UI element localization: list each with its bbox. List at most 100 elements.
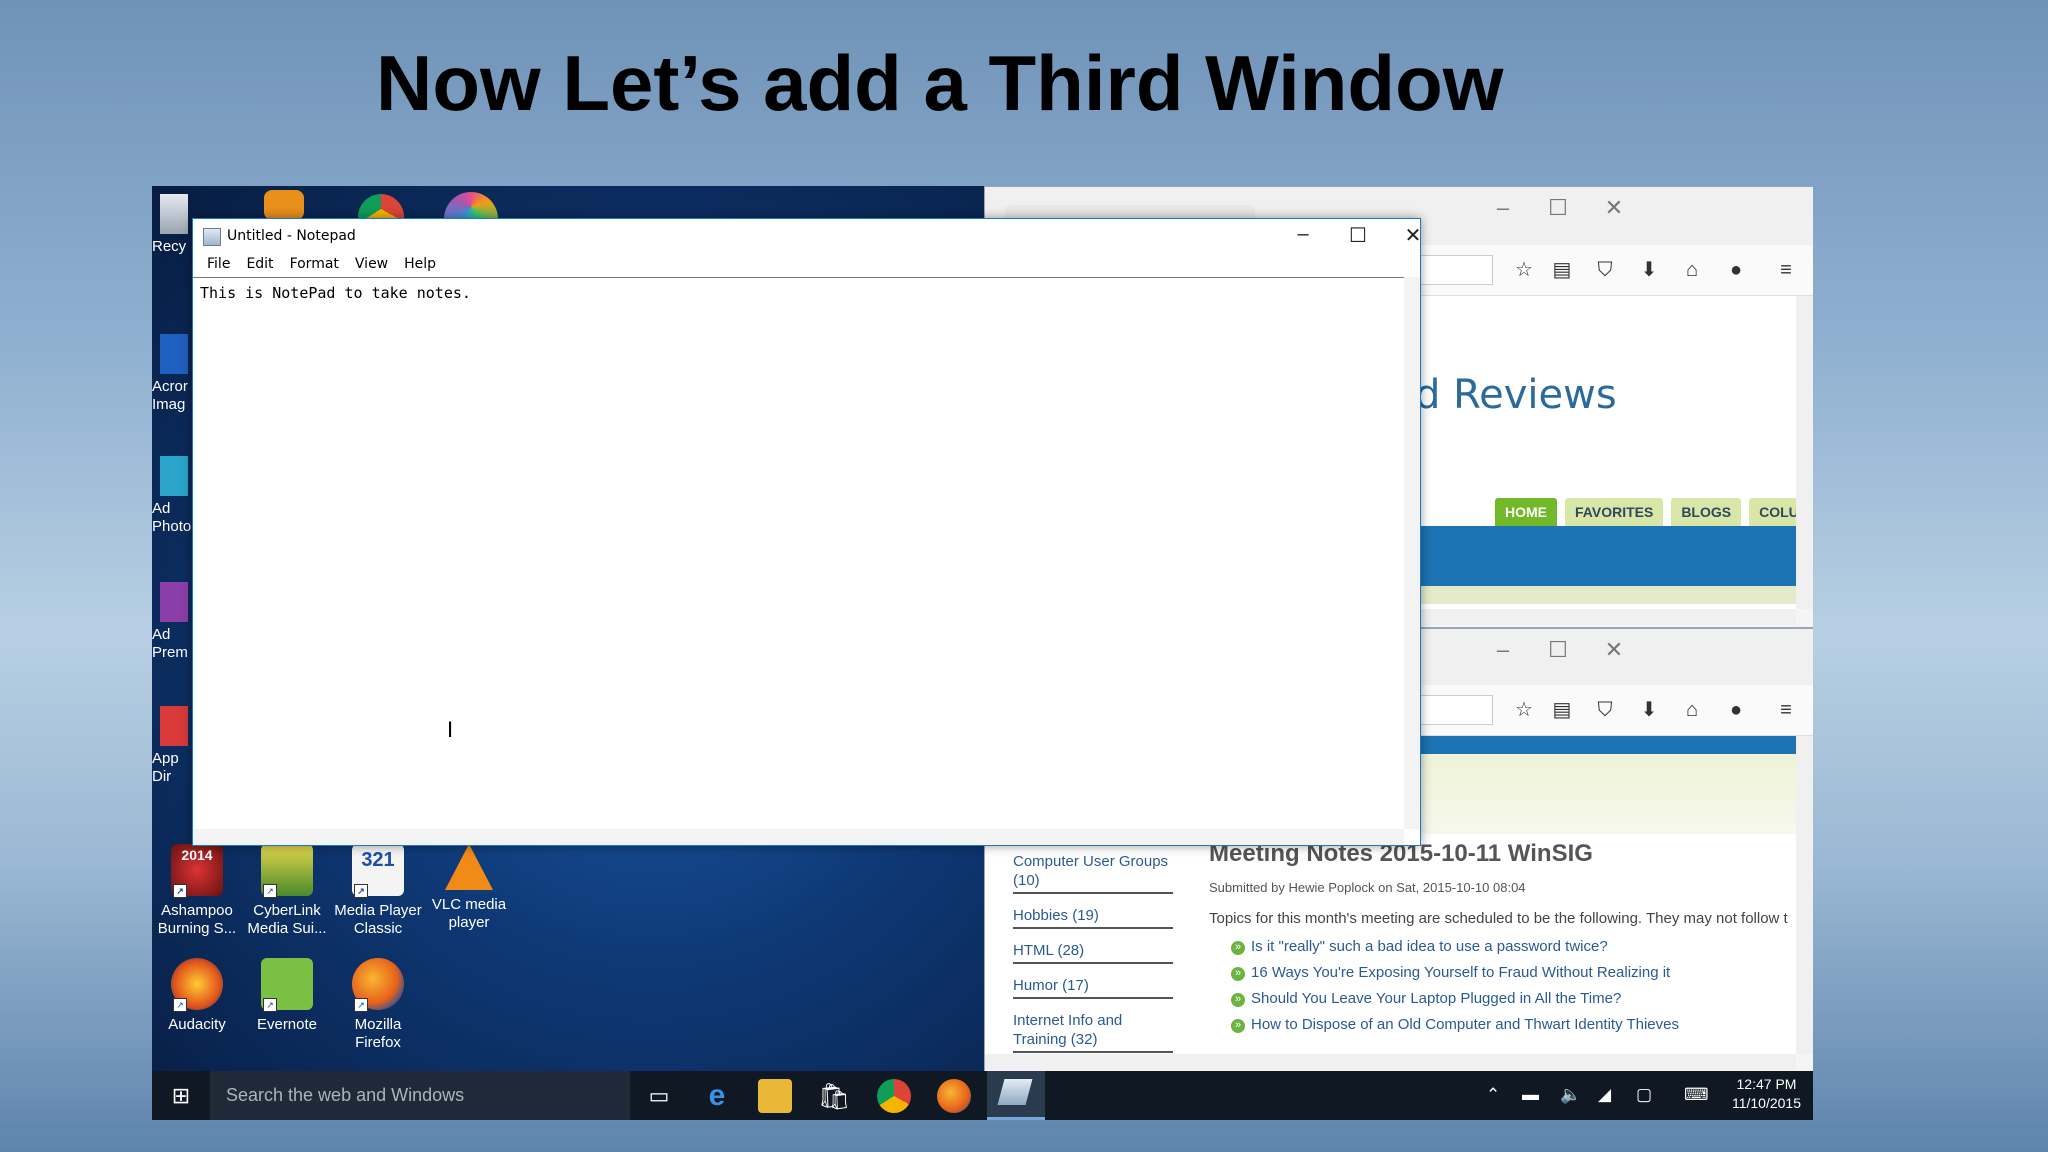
chat-icon[interactable]: ● [1723, 259, 1749, 281]
post-meta: Submitted by Hewie Poplock on Sat, 2015-… [1209, 880, 1526, 895]
store-icon[interactable]: 🛍 [817, 1079, 851, 1113]
desktop-icon-acronis[interactable]: Acror Imag [152, 334, 192, 414]
recycle-bin-icon [160, 194, 188, 234]
edge-icon[interactable]: e [700, 1079, 734, 1113]
desktop-icon-media-player-classic[interactable]: 321 ↗ Media Player Classic [333, 844, 423, 938]
shortcut-arrow-icon: ↗ [263, 884, 277, 898]
post-link[interactable]: How to Dispose of an Old Computer and Th… [1231, 1016, 1679, 1033]
clock[interactable]: 12:47 PM 11/10/2015 [1732, 1075, 1801, 1113]
desktop-screenshot: Recy Acror Imag Ad Photo Ad Prem App Dir… [152, 186, 1813, 1120]
menu-view[interactable]: View [347, 253, 396, 277]
notifications-icon[interactable]: ▢ [1636, 1085, 1652, 1105]
post-link[interactable]: 16 Ways You're Exposing Yourself to Frau… [1231, 964, 1679, 981]
clock-date: 11/10/2015 [1731, 1095, 1801, 1111]
desktop-icon-audacity[interactable]: ↗ Audacity [152, 958, 242, 1034]
chat-icon[interactable]: ● [1723, 699, 1749, 721]
notepad-icon [203, 228, 221, 246]
minimize-icon[interactable]: – [1488, 195, 1518, 221]
category-link[interactable]: Computer User Groups (10) [1013, 848, 1173, 894]
maximize-icon[interactable]: ☐ [1543, 195, 1573, 221]
taskbar-notepad-button[interactable] [987, 1071, 1045, 1120]
tab-columns[interactable]: COLUMNS [1749, 498, 1796, 526]
home-icon[interactable]: ⌂ [1679, 259, 1705, 281]
desktop-icon-ashampoo[interactable]: 2014 ↗ Ashampoo Burning S... [152, 844, 242, 938]
taskbar-search-input[interactable]: Search the web and Windows [210, 1071, 630, 1120]
horizontal-scrollbar[interactable] [193, 829, 1404, 845]
text-editor[interactable]: This is NotePad to take notes. [193, 277, 1404, 829]
notepad-window[interactable]: Untitled - Notepad – ☐ ✕ File Edit Forma… [192, 218, 1421, 846]
site-heading: d Reviews [1415, 372, 1617, 418]
vertical-scrollbar[interactable] [1404, 277, 1420, 829]
menu-edit[interactable]: Edit [238, 253, 281, 277]
desktop-icon-recycle-bin[interactable]: Recy [152, 194, 192, 256]
category-link[interactable]: HTML (28) [1013, 937, 1173, 964]
premiere-icon [160, 582, 188, 622]
vlc-icon [445, 844, 493, 890]
taskbar: ⊞ Search the web and Windows ▭ e 🛍 ⌃ ▬ 🔈… [152, 1071, 1813, 1120]
windows-start-icon[interactable]: ⊞ [152, 1071, 210, 1120]
desktop-icon-evernote[interactable]: ↗ Evernote [242, 958, 332, 1034]
close-icon[interactable]: ✕ [1599, 637, 1629, 663]
desktop-icon-cyberlink[interactable]: ↗ CyberLink Media Sui... [242, 844, 332, 938]
keyboard-icon[interactable]: ⌨ [1684, 1085, 1709, 1105]
volume-icon[interactable]: 🔈 [1560, 1085, 1581, 1105]
post-intro: Topics for this month's meeting are sche… [1209, 910, 1788, 927]
tab-favorites[interactable]: FAVORITES [1565, 498, 1664, 526]
category-link[interactable]: Hobbies (19) [1013, 902, 1173, 929]
notepad-titlebar[interactable]: Untitled - Notepad – ☐ ✕ [193, 219, 1421, 253]
app-icon [160, 706, 188, 746]
pocket-icon[interactable]: ⛉ [1592, 699, 1618, 721]
avast-icon[interactable] [264, 190, 304, 220]
download-icon[interactable]: ⬇ [1636, 259, 1662, 281]
evernote-icon: ↗ [261, 958, 313, 1012]
desktop-icon-premiere[interactable]: Ad Prem [152, 582, 192, 662]
network-icon[interactable]: ◢ [1598, 1085, 1611, 1105]
post-link[interactable]: Should You Leave Your Laptop Plugged in … [1231, 990, 1679, 1007]
desktop-icon-firefox[interactable]: ↗ Mozilla Firefox [333, 958, 423, 1052]
vertical-scrollbar[interactable] [1796, 736, 1813, 1054]
category-link[interactable]: Humor (17) [1013, 972, 1173, 999]
close-icon[interactable]: ✕ [1393, 223, 1433, 248]
pocket-icon[interactable]: ⛉ [1592, 259, 1618, 281]
menu-icon[interactable]: ≡ [1773, 259, 1799, 281]
home-icon[interactable]: ⌂ [1679, 699, 1705, 721]
bookmark-star-icon[interactable]: ☆ [1511, 699, 1537, 721]
minimize-icon[interactable]: – [1488, 637, 1518, 663]
desktop-icon-photoshop[interactable]: Ad Photo [152, 456, 192, 536]
maximize-icon[interactable]: ☐ [1338, 223, 1378, 248]
menu-help[interactable]: Help [396, 253, 444, 277]
maximize-icon[interactable]: ☐ [1543, 637, 1573, 663]
chrome-icon[interactable] [877, 1079, 911, 1113]
chevron-up-icon[interactable]: ⌃ [1486, 1085, 1500, 1105]
menu-format[interactable]: Format [282, 253, 347, 277]
horizontal-scrollbar[interactable] [985, 1054, 1796, 1070]
tab-blogs[interactable]: BLOGS [1671, 498, 1742, 526]
battery-icon[interactable]: ▬ [1522, 1085, 1539, 1105]
menu-icon[interactable]: ≡ [1773, 699, 1799, 721]
close-icon[interactable]: ✕ [1599, 195, 1629, 221]
desktop-icon-app-dir[interactable]: App Dir [152, 706, 192, 786]
media-player-classic-icon: 321 ↗ [352, 844, 404, 898]
shortcut-arrow-icon: ↗ [354, 998, 368, 1012]
bookmark-star-icon[interactable]: ☆ [1511, 259, 1537, 281]
download-icon[interactable]: ⬇ [1636, 699, 1662, 721]
reading-list-icon[interactable]: ▤ [1549, 699, 1575, 721]
clock-time: 12:47 PM [1736, 1076, 1797, 1092]
shortcut-arrow-icon: ↗ [173, 884, 187, 898]
desktop-icon-vlc[interactable]: VLC media player [424, 844, 514, 932]
ashampoo-icon: 2014 ↗ [171, 844, 223, 898]
task-view-icon[interactable]: ▭ [642, 1079, 676, 1113]
category-link[interactable]: Internet Info and Training (32) [1013, 1007, 1173, 1053]
minimize-icon[interactable]: – [1283, 223, 1323, 246]
text-cursor-icon: I [447, 717, 454, 742]
menu-file[interactable]: File [199, 253, 238, 277]
tab-home[interactable]: HOME [1495, 498, 1557, 526]
reading-list-icon[interactable]: ▤ [1549, 259, 1575, 281]
post-link[interactable]: Is it "really" such a bad idea to use a … [1231, 938, 1679, 955]
menu-bar: File Edit Format View Help [193, 253, 1420, 277]
site-nav: HOME FAVORITES BLOGS COLUMNS [1495, 498, 1796, 526]
vertical-scrollbar[interactable] [1796, 296, 1813, 609]
firefox-icon[interactable] [937, 1079, 971, 1113]
file-explorer-icon[interactable] [758, 1079, 792, 1113]
audacity-icon: ↗ [171, 958, 223, 1012]
